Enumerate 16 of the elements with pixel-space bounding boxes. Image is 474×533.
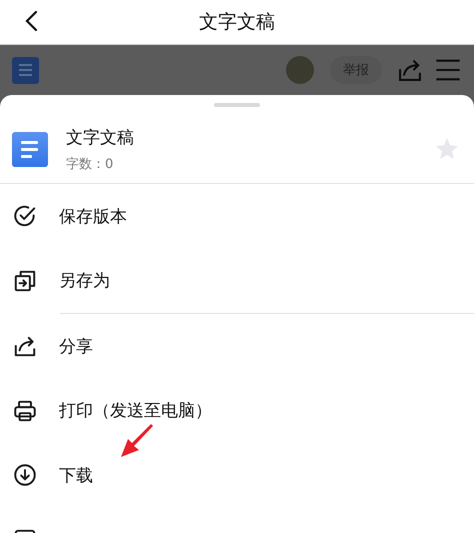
menu-item[interactable]: 另存为	[0, 248, 474, 313]
menu-item[interactable]: 打印（发送至电脑）	[0, 378, 474, 443]
menu-item[interactable]: 下载	[0, 443, 474, 508]
annotation-arrow	[120, 424, 154, 458]
word-count: 字数：0	[66, 156, 114, 172]
page-title: 文字文稿	[199, 10, 275, 35]
star-icon[interactable]	[434, 136, 460, 162]
document-icon	[12, 56, 39, 84]
menu-item[interactable]: 保存版本	[0, 184, 474, 248]
download-icon	[12, 462, 38, 488]
document-icon	[12, 132, 48, 166]
avatar[interactable]	[286, 56, 314, 84]
document-title: 文字文稿	[66, 126, 135, 148]
back-icon[interactable]	[24, 10, 40, 32]
drag-handle[interactable]	[214, 103, 260, 107]
menu-item[interactable]: 分享	[0, 314, 474, 378]
